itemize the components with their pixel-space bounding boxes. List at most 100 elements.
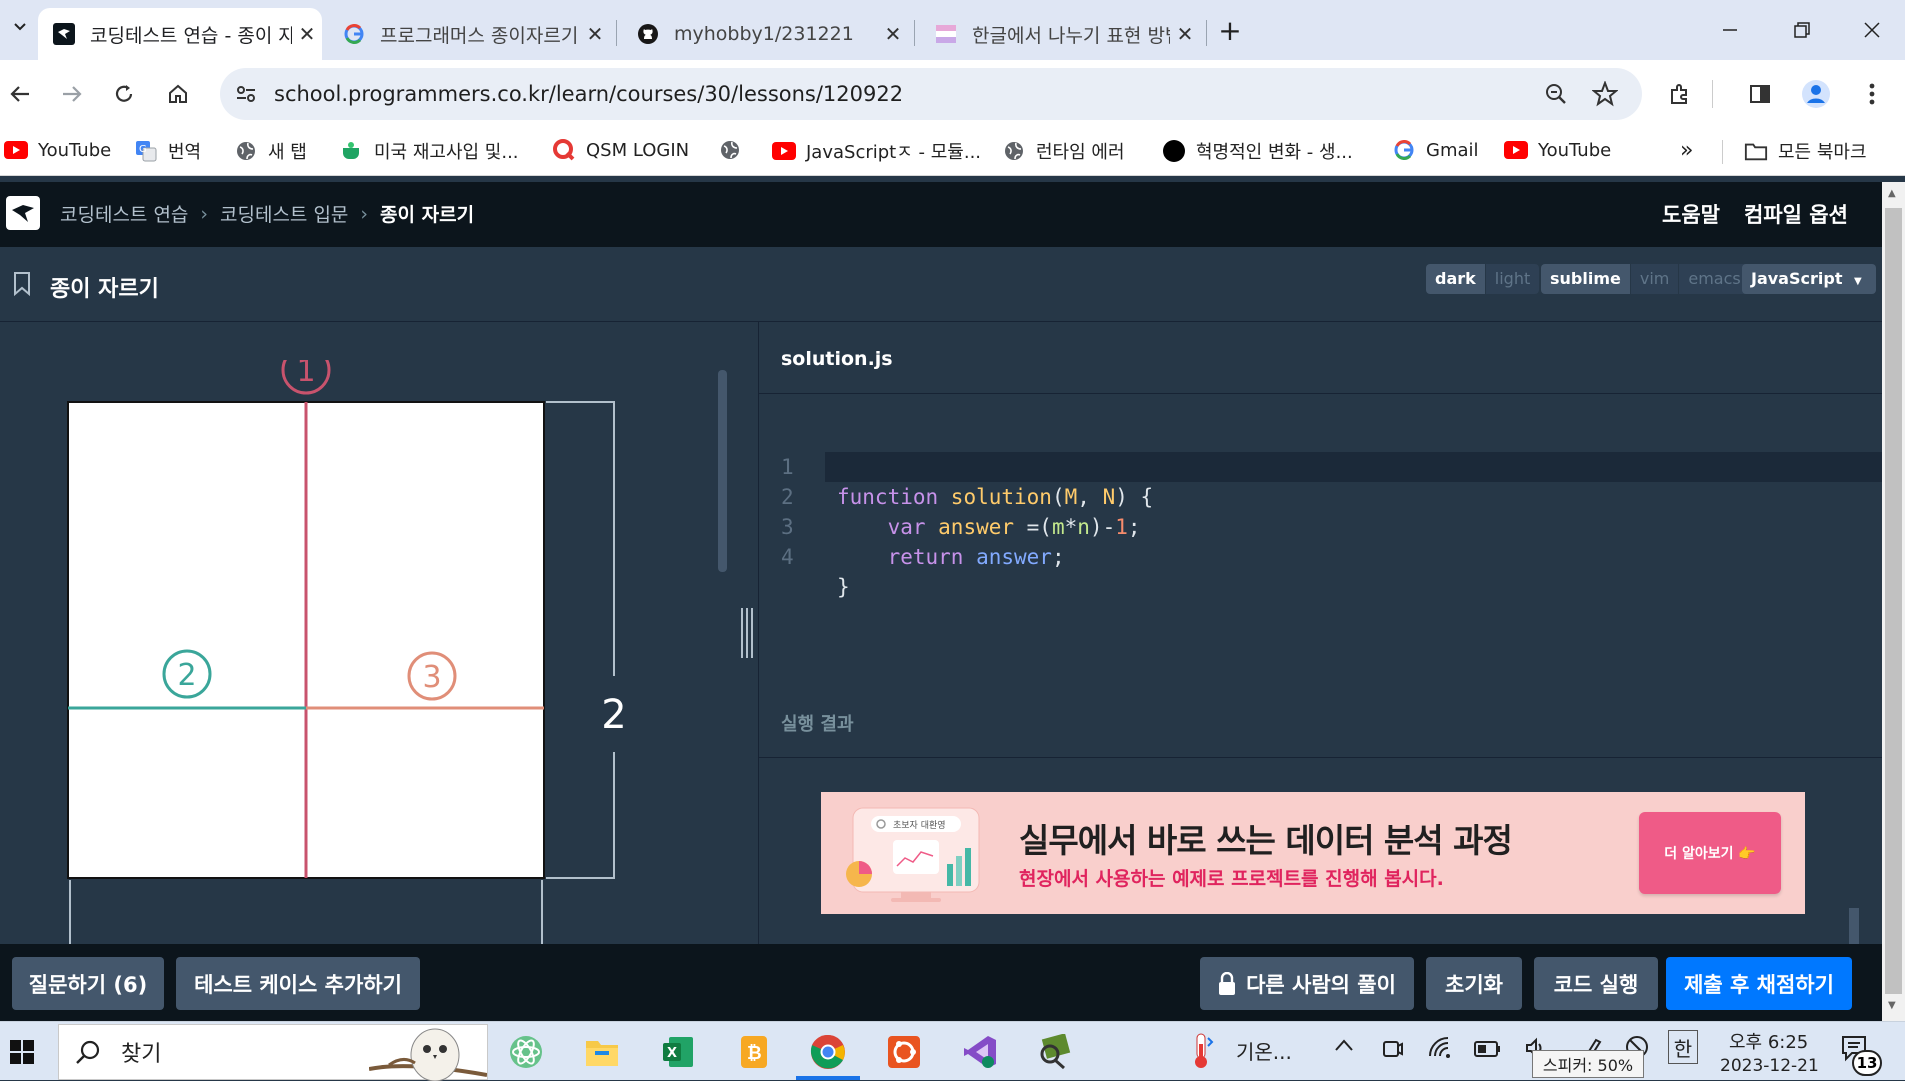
vertical-resize-handle[interactable] [739, 608, 755, 658]
bookmark-translate[interactable]: G 번역 [134, 138, 201, 164]
bookmark-gmail[interactable]: Gmail [1392, 138, 1479, 162]
ask-question-button[interactable]: 질문하기 (6) [12, 957, 164, 1010]
home-button[interactable] [158, 74, 198, 114]
file-explorer-icon[interactable] [582, 1032, 622, 1072]
scroll-up-icon[interactable]: ▲ [1888, 188, 1896, 199]
page-scrollbar[interactable]: ▲ ▼ [1882, 182, 1905, 1021]
speaker-tooltip: 스피커: 50% [1532, 1050, 1644, 1078]
extensions-button[interactable] [1660, 74, 1700, 114]
camera-icon[interactable] [1382, 1036, 1404, 1062]
code-area[interactable]: 1 function solution(M, N) { 2 var answer… [759, 422, 1883, 599]
keymap-sublime-option[interactable]: sublime [1541, 264, 1630, 294]
naver-blog-icon [934, 22, 958, 46]
bookmark-youtube-2[interactable]: YouTube [1504, 138, 1611, 162]
learn-more-button[interactable]: 더 알아보기 👉 [1639, 812, 1781, 894]
svg-text:X: X [667, 1046, 677, 1061]
chevron-down-icon [14, 23, 26, 31]
chrome-icon[interactable] [808, 1032, 848, 1072]
more-bookmarks-button[interactable]: » [1680, 138, 1693, 163]
file-tab-bar: solution.js [759, 322, 1883, 394]
visual-studio-icon[interactable] [960, 1032, 1000, 1072]
svg-text:초보자 대환영: 초보자 대환영 [893, 819, 946, 831]
chevron-right-icon: › [200, 202, 209, 225]
windows-start-icon[interactable] [2, 1032, 42, 1072]
bookmark-new-tab[interactable]: 새 탭 [234, 138, 307, 164]
atom-app-icon[interactable] [506, 1032, 546, 1072]
thermometer-icon[interactable] [1188, 1032, 1214, 1070]
tab-search-button[interactable] [0, 8, 40, 44]
battery-icon[interactable] [1474, 1040, 1502, 1058]
scroll-down-icon[interactable]: ▼ [1888, 1000, 1896, 1011]
ubuntu-icon[interactable] [884, 1032, 924, 1072]
clock-date[interactable]: 2023-12-21 [1720, 1056, 1819, 1076]
bookmark-globe[interactable] [718, 138, 752, 162]
breadcrumb-item-intro[interactable]: 코딩테스트 입문 [220, 200, 348, 227]
url-text[interactable]: school.programmers.co.kr/learn/courses/3… [274, 82, 903, 106]
close-icon[interactable]: ✕ [1170, 22, 1200, 46]
reset-button[interactable]: 초기화 [1426, 957, 1522, 1010]
menu-button[interactable] [1852, 74, 1892, 114]
weather-label[interactable]: 기온... [1236, 1036, 1292, 1065]
taskbar-search[interactable]: 찾기 [58, 1024, 488, 1081]
close-icon[interactable]: ✕ [580, 22, 610, 46]
page-scroll-thumb[interactable] [1885, 208, 1902, 994]
dimension-label: 2 [601, 692, 626, 738]
close-icon[interactable]: ✕ [292, 22, 322, 46]
address-bar[interactable]: school.programmers.co.kr/learn/courses/3… [220, 68, 1642, 120]
restore-button[interactable] [1782, 12, 1822, 48]
problem-scrollbar[interactable] [718, 370, 727, 572]
side-panel-button[interactable] [1740, 74, 1780, 114]
result-panel: 초보자 대환영 실무에서 바로 쓰는 데이터 분석 과정 현장에서 사용하는 예… [758, 758, 1882, 944]
zoom-icon[interactable] [1544, 82, 1568, 106]
language-select[interactable]: JavaScript ▼ [1742, 264, 1876, 294]
back-button[interactable] [0, 74, 40, 114]
bookmark-qsm[interactable]: QSM LOGIN [552, 138, 689, 162]
theme-light-option[interactable]: light [1484, 264, 1540, 294]
language-selected: JavaScript ▼ [1742, 264, 1876, 294]
bookmark-runtime-error[interactable]: 런타임 에러 [1002, 138, 1125, 164]
clock-time[interactable]: 오후 6:25 [1729, 1028, 1808, 1054]
tab-programmers[interactable]: 코딩테스트 연습 - 종이 자르기 ✕ [38, 8, 322, 60]
others-solution-button[interactable]: 다른 사람의 풀이 [1200, 957, 1414, 1010]
result-scrollbar[interactable] [1849, 908, 1859, 944]
keymap-emacs-option[interactable]: emacs [1678, 264, 1750, 294]
profile-button[interactable] [1796, 74, 1836, 114]
star-icon[interactable] [1592, 81, 1618, 107]
tab-github[interactable]: myhobby1/231221 ✕ [622, 8, 908, 60]
programmers-logo-icon[interactable] [6, 196, 40, 230]
add-test-case-button[interactable]: 테스트 케이스 추가하기 [176, 957, 420, 1010]
new-tab-button[interactable]: + [1210, 12, 1250, 48]
site-info-icon[interactable] [234, 82, 258, 106]
tab-google-search[interactable]: 프로그래머스 종이자르기 자바 ✕ [328, 8, 610, 60]
all-bookmarks-button[interactable]: 모든 북마크 [1744, 138, 1867, 164]
bookmark-label: QSM LOGIN [586, 139, 690, 161]
close-icon[interactable]: ✕ [878, 22, 908, 46]
restore-icon [1794, 22, 1810, 38]
chevron-up-icon[interactable] [1334, 1038, 1354, 1052]
keymap-vim-option[interactable]: vim [1629, 264, 1679, 294]
close-window-button[interactable] [1852, 12, 1892, 48]
forward-button[interactable] [52, 74, 92, 114]
bitcoin-wallet-icon[interactable]: ₿ [734, 1032, 774, 1072]
submit-button[interactable]: 제출 후 채점하기 [1666, 957, 1852, 1010]
breadcrumb-item-practice[interactable]: 코딩테스트 연습 [60, 200, 188, 227]
compile-options-link[interactable]: 컴파일 옵션 [1744, 199, 1848, 229]
wifi-icon[interactable] [1428, 1036, 1454, 1060]
bookmark-inventory[interactable]: 미국 재고사입 및... [340, 138, 519, 164]
ad-banner[interactable]: 초보자 대환영 실무에서 바로 쓰는 데이터 분석 과정 현장에서 사용하는 예… [821, 792, 1805, 914]
bookmark-icon[interactable] [12, 271, 32, 297]
excel-icon[interactable]: X [658, 1032, 698, 1072]
help-link[interactable]: 도움말 [1662, 199, 1720, 229]
theme-dark-option[interactable]: dark [1426, 264, 1485, 294]
tab-blog[interactable]: 한글에서 나누기 표현 방법, 나 ✕ [920, 8, 1200, 60]
result-header: 실행 결과 [758, 688, 1882, 758]
reload-button[interactable] [104, 74, 144, 114]
minimize-button[interactable] [1710, 12, 1750, 48]
run-code-button[interactable]: 코드 실행 [1534, 957, 1658, 1010]
ime-indicator[interactable]: 한 [1668, 1030, 1698, 1064]
magnifier-tool-icon[interactable] [1034, 1032, 1074, 1072]
bookmark-revolution[interactable]: 혁명적인 변화 - 생... [1162, 138, 1353, 164]
bookmark-javascript[interactable]: JavaScriptㅈ - 모듈... [772, 138, 981, 164]
problem-description-panel: 1 2 3 2 [0, 322, 758, 944]
bookmark-youtube[interactable]: YouTube [4, 138, 111, 162]
